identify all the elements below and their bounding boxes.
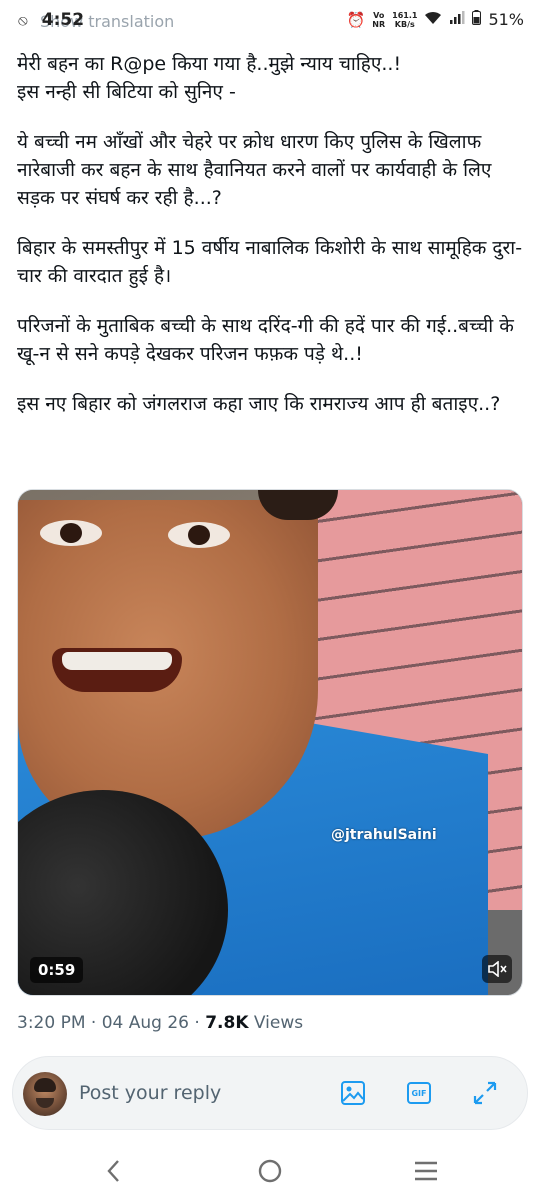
views-label: Views [253, 1013, 304, 1033]
back-icon[interactable] [94, 1156, 134, 1186]
video-mouth [52, 648, 182, 692]
video-eye [168, 522, 230, 548]
image-icon[interactable] [337, 1077, 369, 1109]
meta-separator: · [85, 1013, 102, 1033]
tweet-paragraph: इस नए बिहार को जंगलराज कहा जाए कि रामराज… [17, 393, 501, 415]
volte-icon: Vo NR [372, 10, 386, 29]
tweet-paragraph: ये बच्ची नम आँखों और चेहरे पर क्रोध धारण… [17, 131, 492, 209]
speed-unit: KB/s [394, 19, 415, 29]
video-eye [40, 520, 102, 546]
views-count[interactable]: 7.8K [205, 1013, 248, 1033]
tweet-text: मेरी बहन का R@pe किया गया है..मुझे न्याय… [17, 50, 527, 440]
video-watermark: @jtrahulSaini [331, 827, 437, 843]
reply-bar[interactable]: Post your reply GIF [12, 1056, 528, 1130]
gif-label: GIF [411, 1088, 427, 1098]
video-player[interactable]: @jtrahulSaini 0:59 [17, 489, 523, 996]
tweet-paragraph: परिजनों के मुताबिक बच्ची के साथ दरिंद-गी… [17, 315, 514, 365]
avatar [23, 1072, 67, 1116]
home-icon[interactable] [250, 1156, 290, 1186]
battery-icon [472, 10, 482, 29]
video-duration: 0:59 [30, 957, 84, 983]
expand-icon[interactable] [469, 1077, 501, 1109]
meta-separator: · [189, 1013, 206, 1033]
gif-icon[interactable]: GIF [403, 1077, 435, 1109]
tweet-paragraph: मेरी बहन का R@pe किया गया है..मुझे न्याय… [17, 53, 402, 103]
recents-icon[interactable] [406, 1156, 446, 1186]
sync-icon: ⦸ [18, 11, 28, 29]
battery-percent: 51% [488, 10, 524, 29]
wifi-icon [424, 11, 442, 29]
speed-value: 161.1 [392, 10, 418, 20]
alarm-icon: ⏰ [346, 10, 366, 29]
status-bar: Show translation ⦸ 4:52 ⏰ Vo NR 161.1 KB… [0, 0, 540, 44]
tweet-paragraph: बिहार के समस्तीपुर में 15 वर्षीय नाबालिक… [17, 237, 523, 287]
tweet-date: 04 Aug 26 [101, 1013, 189, 1033]
reply-input[interactable]: Post your reply [79, 1082, 221, 1104]
tweet-meta: 3:20 PM · 04 Aug 26 · 7.8K Views [17, 1013, 303, 1033]
status-time: 4:52 [41, 10, 85, 30]
volume-mute-icon[interactable] [482, 955, 512, 983]
signal-icon [449, 10, 465, 29]
tweet-time: 3:20 PM [17, 1013, 86, 1033]
network-speed: 161.1 KB/s [392, 11, 417, 29]
system-nav-bar [0, 1140, 540, 1200]
video-subject-face [18, 500, 318, 840]
